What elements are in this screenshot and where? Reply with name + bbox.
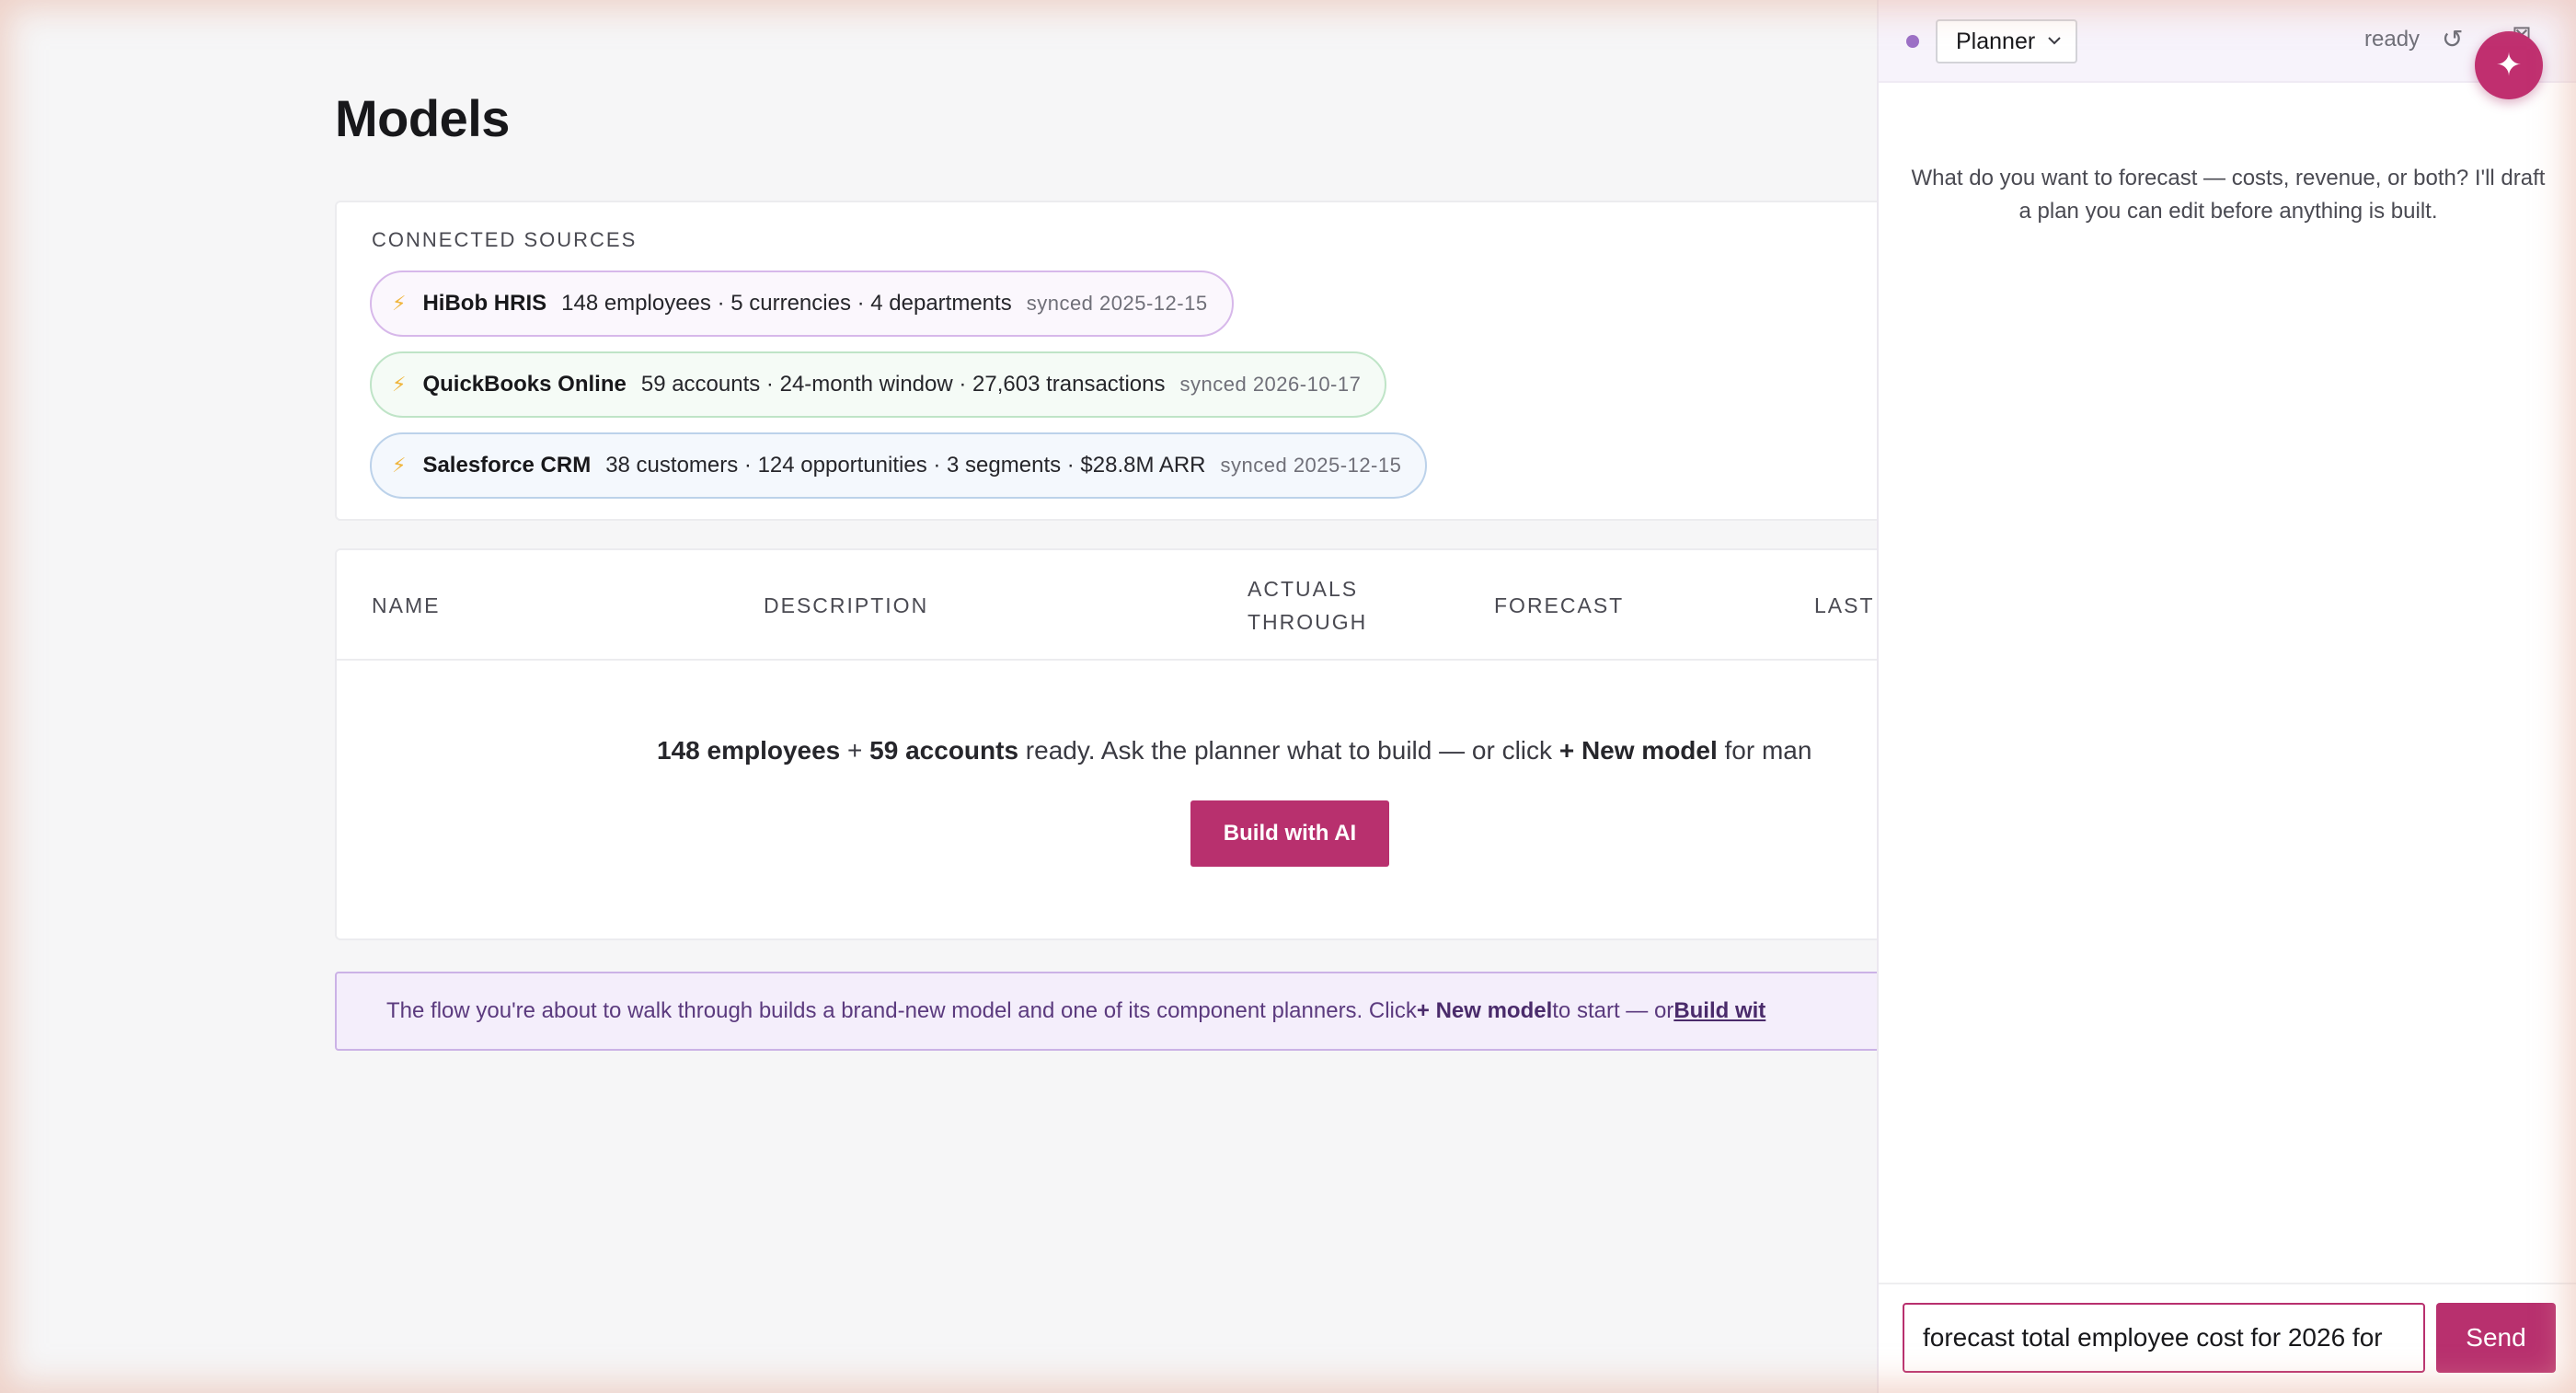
accounts-count: 59 accounts [869,736,1019,765]
banner-build-link[interactable]: Build wit [1673,998,1765,1024]
connected-sources-card: CONNECTED SOURCES ⚡ HiBob HRIS 148 emplo… [335,201,1877,521]
source-sync-date: synced 2025-12-15 [1220,454,1402,477]
column-header-actuals-through[interactable]: ACTUALS THROUGH [1248,572,1432,639]
info-banner: The flow you're about to walk through bu… [335,972,1877,1051]
new-model-mention: + New model [1558,736,1718,765]
status-text: ready [2364,27,2421,52]
column-header-last[interactable]: LAST [1814,589,1875,622]
banner-middle: to start — or [1552,998,1674,1023]
models-table-card: NAME DESCRIPTION ACTUALS THROUGH FORECAS… [335,548,1877,940]
send-button[interactable]: Send [2436,1303,2556,1373]
build-with-ai-button[interactable]: Build with AI [1190,800,1389,867]
source-name: HiBob HRIS [422,291,547,316]
source-pill-hibob[interactable]: ⚡ HiBob HRIS 148 employees · 5 currencie… [370,271,1234,337]
source-name: QuickBooks Online [422,372,627,397]
bolt-icon: ⚡ [392,292,407,315]
chat-composer: Send [1879,1283,2576,1393]
refresh-icon[interactable]: ↺ [2442,24,2463,54]
planner-intro: What do you want to forecast — costs, re… [1911,166,2546,224]
planner-panel: Planner ready ↺ ⊠ What do you want to fo… [1877,0,2576,1393]
column-header-name[interactable]: NAME [372,589,440,622]
employees-count: 148 employees [657,736,841,765]
connected-sources-heading: CONNECTED SOURCES [372,228,638,251]
source-pill-quickbooks[interactable]: ⚡ QuickBooks Online 59 accounts · 24-mon… [370,351,1387,418]
empty-plus: + [840,736,870,765]
page-title: Models [335,89,510,147]
status-dot [1906,35,1919,48]
table-header: NAME DESCRIPTION ACTUALS THROUGH FORECAS… [337,550,1877,661]
bolt-icon: ⚡ [392,373,407,396]
chevron-down-icon [2048,37,2061,45]
main-content: Models CONNECTED SOURCES ⚡ HiBob HRIS 14… [0,0,1877,1393]
banner-text: The flow you're about to walk through bu… [386,998,1417,1023]
banner-new-model: + New model [1416,998,1553,1023]
source-sync-date: synced 2026-10-17 [1179,373,1362,396]
source-stats: 148 employees · 5 currencies · 4 departm… [561,291,1012,316]
source-name: Salesforce CRM [422,453,592,478]
empty-state-message: 148 employees + 59 accounts ready. Ask t… [657,736,1811,766]
source-sync-date: synced 2025-12-15 [1026,292,1208,315]
mode-select-value: Planner [1956,28,2036,54]
empty-tail: for man [1717,736,1812,765]
empty-middle: ready. Ask the planner what to build — o… [1018,736,1559,765]
source-stats: 59 accounts · 24-month window · 27,603 t… [640,372,1166,397]
panel-header: Planner ready ↺ ⊠ [1879,0,2576,83]
source-pill-salesforce[interactable]: ⚡ Salesforce CRM 38 customers · 124 oppo… [370,432,1428,499]
column-header-forecast[interactable]: FORECAST [1494,589,1624,622]
column-header-description[interactable]: DESCRIPTION [764,589,928,622]
source-stats: 38 customers · 124 opportunities · 3 seg… [605,453,1206,478]
sparkle-icon[interactable]: ✦ [2475,31,2543,99]
chat-input[interactable] [1903,1303,2425,1373]
bolt-icon: ⚡ [392,454,407,477]
mode-select[interactable]: Planner [1936,19,2077,63]
